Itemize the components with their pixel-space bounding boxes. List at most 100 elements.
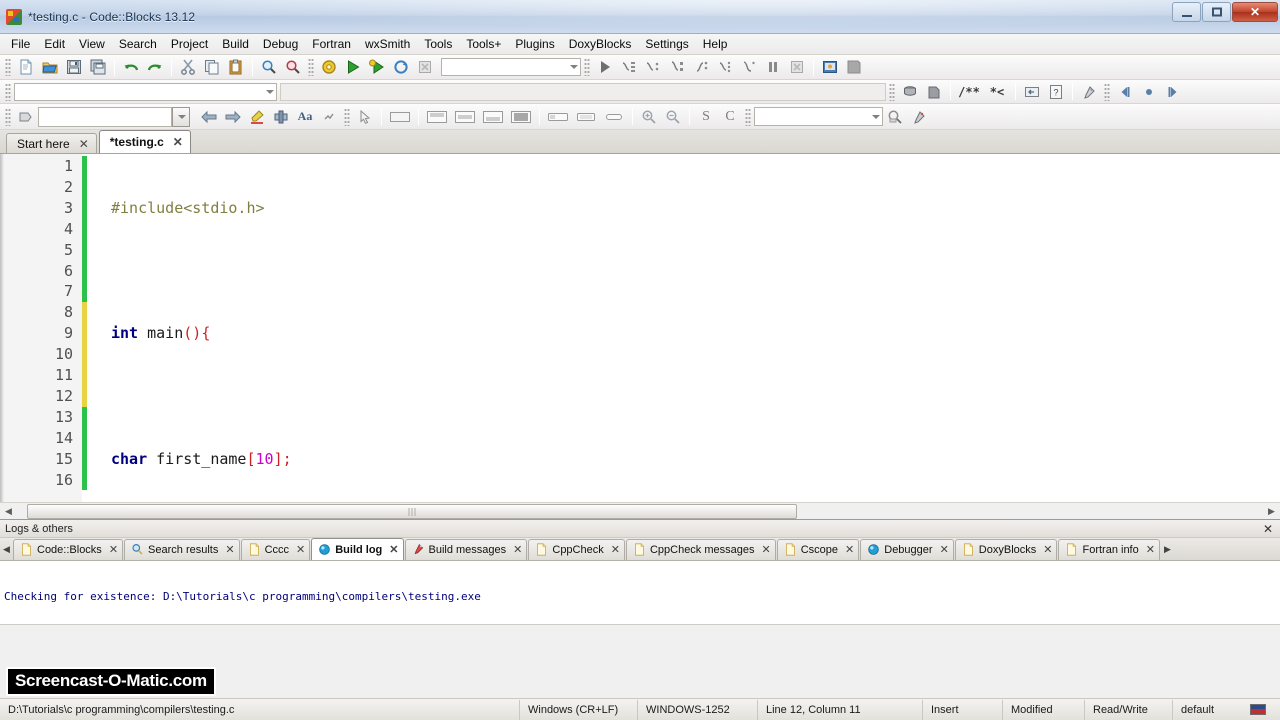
browse-combo-dropdown-button[interactable] [172,106,190,127]
abort-icon[interactable] [414,57,436,77]
c-button-icon[interactable]: C [719,107,741,127]
menu-search[interactable]: Search [112,35,164,54]
menu-settings[interactable]: Settings [638,35,695,54]
box-narrow-icon[interactable] [601,107,627,127]
layout-bottom-icon[interactable] [480,107,506,127]
close-icon[interactable]: ✕ [389,543,398,556]
open-file-icon[interactable] [39,57,61,77]
browse-tracker-icon[interactable] [15,107,37,127]
text-case-icon[interactable]: Aa [294,107,316,127]
forward-icon[interactable] [222,107,244,127]
doxyblocks-config-icon[interactable] [1078,82,1100,102]
menu-file[interactable]: File [4,35,37,54]
step-into-icon[interactable] [666,57,688,77]
editor-horizontal-scrollbar[interactable]: ◀ ▶ [0,502,1280,519]
log-tab-cscope[interactable]: Cscope ✕ [776,538,860,560]
close-icon[interactable]: ✕ [296,543,305,556]
code-text-area[interactable]: #include<stdio.h> int main(){ char first… [87,154,1280,519]
log-tab-debugger[interactable]: Debugger ✕ [860,538,954,560]
log-tab-doxyblocks[interactable]: DoxyBlocks ✕ [954,538,1058,560]
editor-tab-start-here[interactable]: Start here ✕ [6,133,97,153]
toolbar-grip-icon[interactable] [5,82,11,101]
debugging-windows-icon[interactable] [819,57,841,77]
toolbar-grip-icon[interactable] [344,107,350,126]
close-icon[interactable]: ✕ [940,543,949,556]
doxyblocks-run-icon[interactable] [899,82,921,102]
step-into-instruction-icon[interactable] [738,57,760,77]
run-to-cursor-icon[interactable] [618,57,640,77]
menu-help[interactable]: Help [696,35,735,54]
scrollbar-track[interactable] [17,503,1263,519]
log-tab-cppcheck-messages[interactable]: CppCheck messages ✕ [625,538,776,560]
doxyblocks-insert-icon[interactable] [1021,82,1043,102]
goto-previous-icon[interactable] [1114,82,1136,102]
build-log-output[interactable]: Checking for existence: D:\Tutorials\c p… [0,561,1280,625]
toolbar-grip-icon[interactable] [889,82,895,101]
menu-tools[interactable]: Tools [417,35,459,54]
menu-build[interactable]: Build [215,35,256,54]
log-tab-build-log[interactable]: Build log ✕ [311,538,404,560]
break-debugger-icon[interactable] [762,57,784,77]
function-combo[interactable] [280,82,886,101]
close-icon[interactable]: ✕ [513,543,522,556]
stop-debugger-icon[interactable] [786,57,808,77]
select-pointer-icon[interactable] [354,107,376,127]
menu-project[interactable]: Project [164,35,215,54]
toolbar-grip-icon[interactable] [584,58,590,76]
close-icon[interactable]: ✕ [225,543,234,556]
debug-continue-icon[interactable] [594,57,616,77]
zoom-in-icon[interactable] [638,107,660,127]
build-icon[interactable] [318,57,340,77]
menu-edit[interactable]: Edit [37,35,72,54]
toolbar-grip-icon[interactable] [5,58,11,76]
save-all-icon[interactable] [87,57,109,77]
run-icon[interactable] [342,57,364,77]
menu-debug[interactable]: Debug [256,35,305,54]
close-icon[interactable]: ✕ [1260,522,1276,536]
highlight-icon[interactable] [246,107,268,127]
maximize-button[interactable] [1202,2,1231,22]
zoom-out-icon[interactable] [662,107,684,127]
close-icon[interactable]: ✕ [1043,543,1052,556]
close-button[interactable]: ✕ [1232,2,1278,22]
toolbar-grip-icon[interactable] [5,107,11,126]
menu-tools-plus[interactable]: Tools+ [459,35,508,54]
toggle-bookmark-icon[interactable] [270,107,292,127]
redo-icon[interactable] [144,57,166,77]
cut-icon[interactable] [177,57,199,77]
replace-icon[interactable] [282,57,304,77]
toolbar-grip-icon[interactable] [1104,82,1110,101]
doxyblocks-extract-icon[interactable] [923,82,945,102]
scroll-right-icon[interactable]: ▶ [1263,504,1280,519]
box-medium-icon[interactable] [573,107,599,127]
log-tab-cppcheck[interactable]: CppCheck ✕ [528,538,625,560]
editor-tab-testing-c[interactable]: *testing.c ✕ [98,130,191,153]
copy-icon[interactable] [201,57,223,77]
various-info-icon[interactable] [843,57,865,77]
layout-middle-icon[interactable] [452,107,478,127]
s-button-icon[interactable]: S [695,107,717,127]
toolbar-grip-icon[interactable] [308,58,314,76]
rebuild-icon[interactable] [390,57,412,77]
search-input[interactable] [754,107,883,126]
log-tab-codeblocks[interactable]: Code::Blocks ✕ [13,538,124,560]
menu-plugins[interactable]: Plugins [508,35,561,54]
close-icon[interactable]: ✕ [611,543,620,556]
close-icon[interactable]: ✕ [173,136,183,148]
panel-icon[interactable] [387,107,413,127]
close-icon[interactable]: ✕ [845,543,854,556]
doxygen-line-comment-icon[interactable]: *< [984,82,1010,102]
menu-view[interactable]: View [72,35,112,54]
log-tab-search-results[interactable]: Search results ✕ [124,538,240,560]
back-icon[interactable] [198,107,220,127]
menu-wxsmith[interactable]: wxSmith [358,35,417,54]
next-line-icon[interactable] [642,57,664,77]
goto-next-icon[interactable] [1162,82,1184,102]
tabs-scroll-right-icon[interactable]: ▶ [1161,544,1174,555]
save-icon[interactable] [63,57,85,77]
step-out-icon[interactable] [690,57,712,77]
undo-icon[interactable] [120,57,142,77]
scope-combo[interactable] [14,82,277,101]
misc-icon[interactable] [318,107,340,127]
new-file-icon[interactable] [15,57,37,77]
